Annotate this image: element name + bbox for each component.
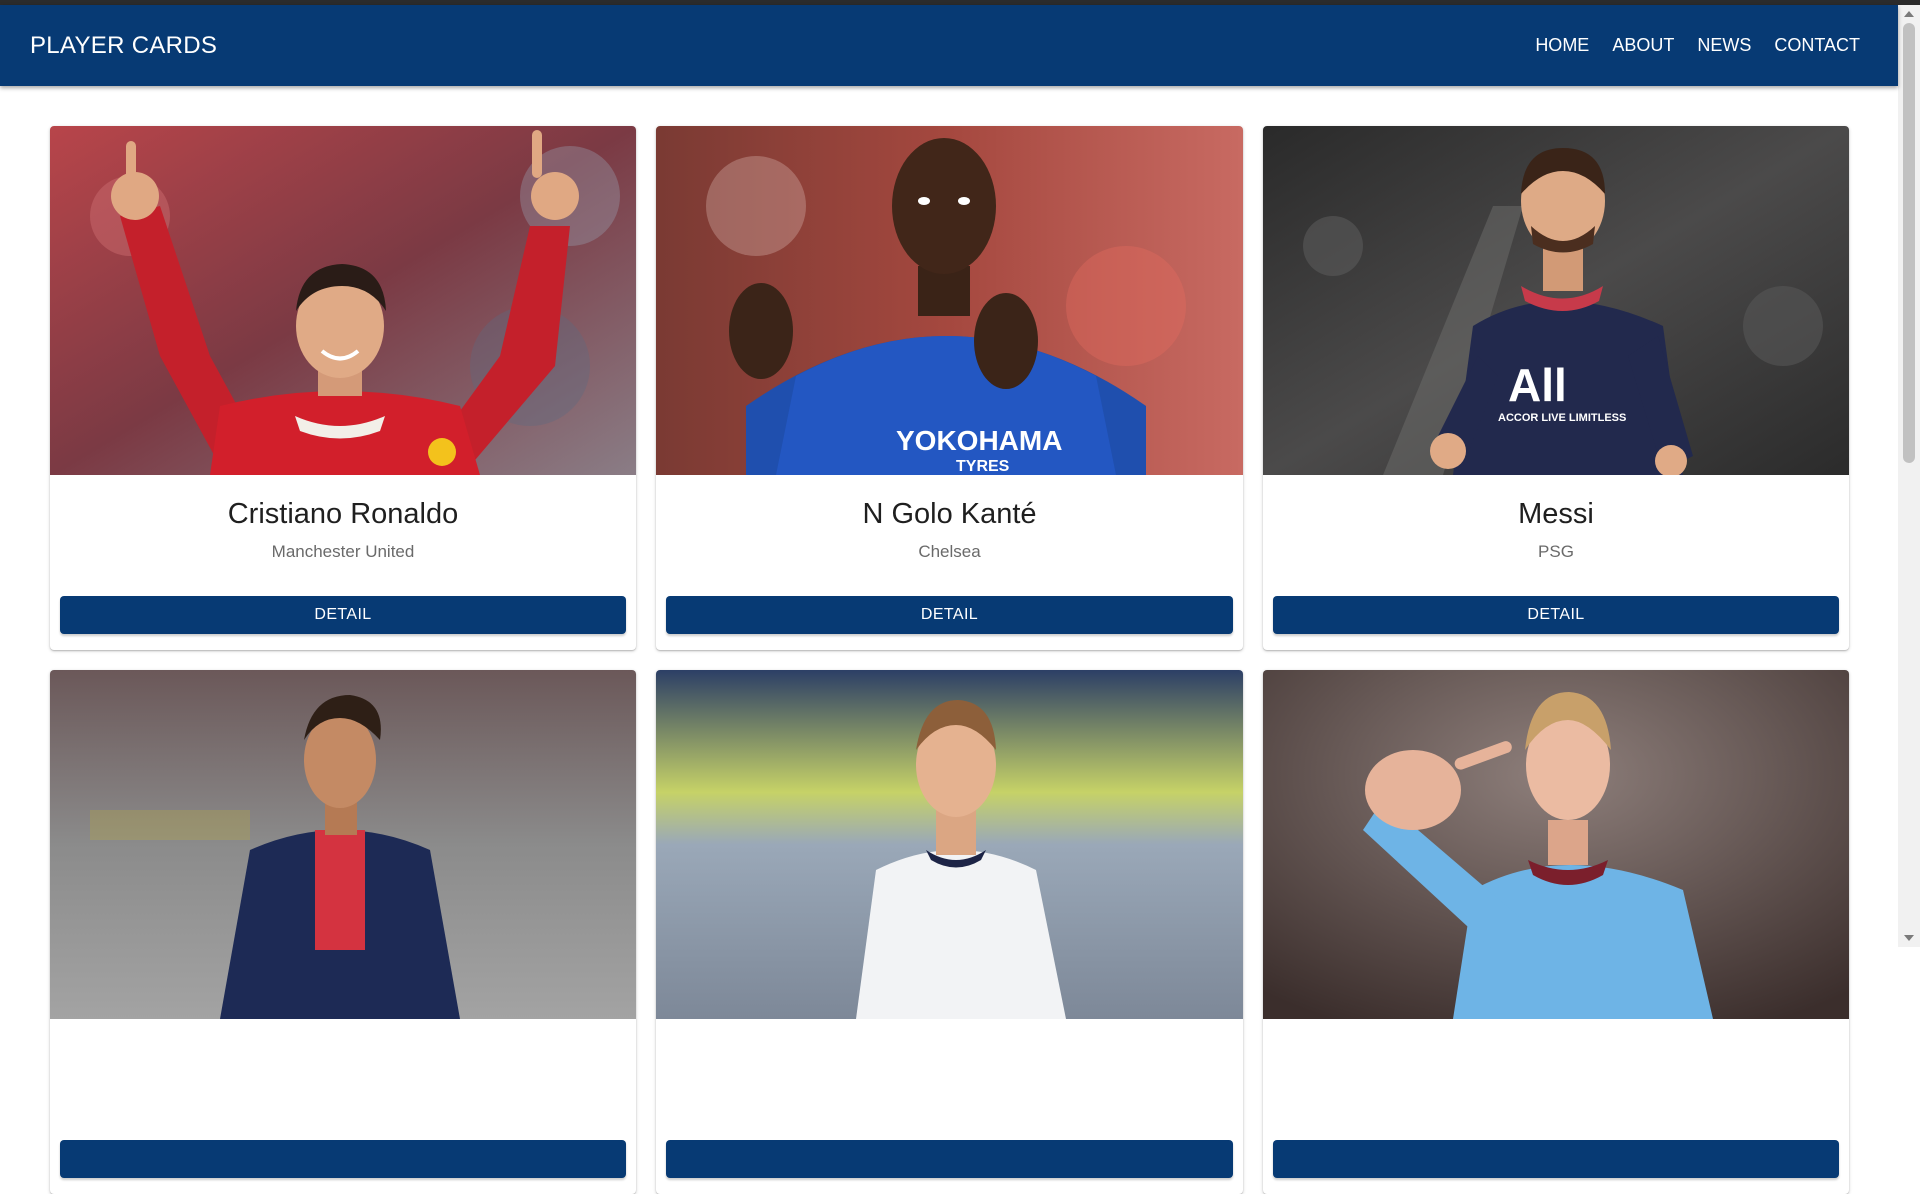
player-photo-ronaldo xyxy=(50,126,636,475)
player-photo-messi: All ACCOR LIVE LIMITLESS xyxy=(1263,126,1849,475)
detail-button[interactable]: DETAIL xyxy=(1273,596,1839,634)
nav-home[interactable]: HOME xyxy=(1535,35,1589,56)
main-nav: HOME ABOUT NEWS CONTACT xyxy=(1535,5,1860,86)
player-name xyxy=(656,1041,1243,1075)
player-card-grid: Cristiano Ronaldo Manchester United DETA… xyxy=(50,126,1849,1194)
detail-button[interactable] xyxy=(60,1140,626,1178)
player-card xyxy=(656,670,1243,1194)
svg-text:All: All xyxy=(1508,359,1567,411)
detail-button[interactable] xyxy=(1273,1140,1839,1178)
svg-text:ACCOR LIVE LIMITLESS: ACCOR LIVE LIMITLESS xyxy=(1498,412,1626,424)
player-club xyxy=(656,1085,1243,1107)
scroll-up-icon[interactable] xyxy=(1904,11,1914,17)
player-photo-kane xyxy=(656,670,1243,1019)
player-photo-neymar xyxy=(50,670,636,1019)
nav-news[interactable]: NEWS xyxy=(1697,35,1751,56)
player-club: Chelsea xyxy=(918,542,981,561)
player-club: Manchester United xyxy=(271,542,415,561)
player-card xyxy=(1263,670,1849,1194)
player-name: Messi xyxy=(1518,498,1594,530)
player-card xyxy=(50,670,636,1194)
player-photo-haaland xyxy=(1263,670,1849,1019)
player-card: All ACCOR LIVE LIMITLESS Messi PSG DETAI… xyxy=(1263,126,1849,650)
app-bar: PLAYER CARDS HOME ABOUT NEWS CONTACT xyxy=(0,5,1898,86)
player-club xyxy=(50,1085,636,1107)
player-name: Cristiano Ronaldo xyxy=(227,498,459,530)
scroll-down-icon[interactable] xyxy=(1904,935,1914,941)
detail-button[interactable]: DETAIL xyxy=(60,596,626,634)
nav-contact[interactable]: CONTACT xyxy=(1774,35,1860,56)
player-card: YOKOHAMA TYRES N Golo Kanté Chelsea DETA… xyxy=(656,126,1243,650)
brand-title[interactable]: PLAYER CARDS xyxy=(30,5,217,86)
page-scrollbar[interactable] xyxy=(1898,5,1920,947)
player-club xyxy=(1263,1085,1849,1107)
svg-text:TYRES: TYRES xyxy=(956,458,1010,475)
player-name xyxy=(50,1041,636,1075)
scroll-thumb[interactable] xyxy=(1903,23,1915,463)
player-club: PSG xyxy=(1538,542,1574,561)
svg-text:YOKOHAMA: YOKOHAMA xyxy=(896,425,1062,456)
detail-button[interactable]: DETAIL xyxy=(666,596,1233,634)
player-card: Cristiano Ronaldo Manchester United DETA… xyxy=(50,126,636,650)
detail-button[interactable] xyxy=(666,1140,1233,1178)
player-photo-kante: YOKOHAMA TYRES xyxy=(656,126,1243,475)
nav-about[interactable]: ABOUT xyxy=(1612,35,1674,56)
player-name: N Golo Kanté xyxy=(862,498,1037,530)
player-name xyxy=(1263,1041,1849,1075)
